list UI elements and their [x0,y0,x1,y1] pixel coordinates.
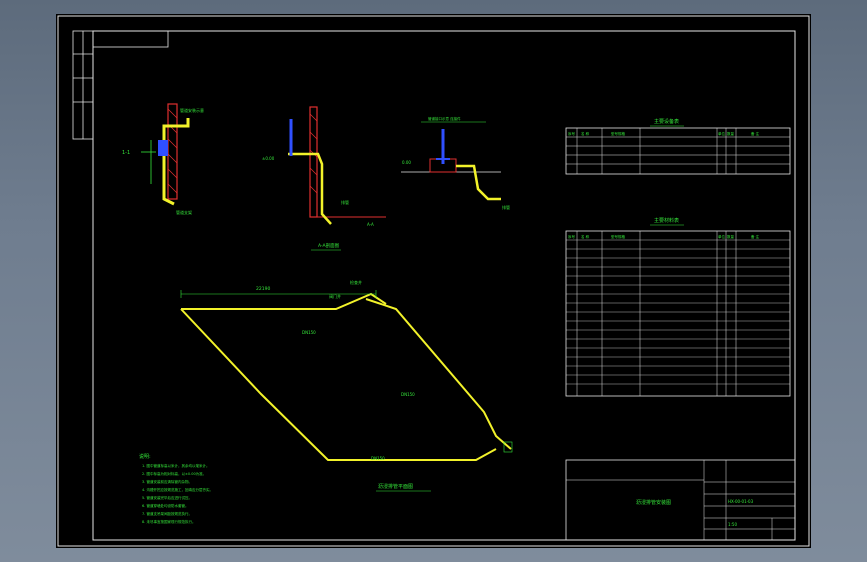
note-2: 2. 图中标高为相对标高，以±0.00为准。 [142,471,206,476]
section-label: 1-1 [122,150,130,156]
equipment-table-title: 主要设备表 [654,118,679,125]
title-scale: 1:50 [728,522,737,527]
svg-text:排管: 排管 [341,199,349,205]
elevation-view-left: 1-1 管道安装示意 管道支架 [122,103,204,215]
mat-header-unit: 单位 [718,234,726,239]
material-table: 主要材料表 序号 名 称 型号规格 单位 数量 备 注 [565,217,791,397]
plan-view: 22190 DN150 DN150 DN150 阀门井 检查井 沥浸排管平面图 [180,279,513,492]
mat-header-no: 序号 [568,234,576,239]
note-5: 5. 管道安装完毕后应进行试压。 [142,495,192,500]
notes-title: 说明: [139,453,151,460]
plan-title: 沥浸排管平面图 [378,483,413,490]
mat-header-spec: 型号规格 [611,234,625,239]
title-drawing-number: HX-00-01-03 [728,499,754,504]
eq-header-note: 备 注 [751,131,760,136]
drawing-canvas: 1-1 管道安装示意 管道支架 ±0.00 排管 A-A剖面图 A-A 管道接口… [57,15,810,547]
eq-header-name: 名 称 [581,131,590,136]
title-drawing-name: 沥浸排管安装图 [636,499,671,506]
svg-text:阀门井: 阀门井 [329,293,341,299]
mat-header-qty: 数量 [727,234,735,239]
note-8: 8. 未尽事宜按国家现行规范执行。 [142,519,195,524]
section-a-title: A-A剖面图 [318,242,340,249]
mat-header-name: 名 称 [581,234,590,239]
svg-text:管道支架: 管道支架 [176,209,192,215]
note-7: 7. 管道支吊架间距按规范执行。 [142,511,192,516]
svg-text:DN150: DN150 [302,330,316,335]
drawing-sheet[interactable]: 1-1 管道安装示意 管道支架 ±0.00 排管 A-A剖面图 A-A 管道接口… [56,14,811,548]
svg-text:±0.00: ±0.00 [262,156,275,161]
notes-block: 说明: 1. 图中管道标高以米计，其余均以毫米计。 2. 图中标高为相对标高，以… [139,453,213,524]
eq-header-unit: 单位 [718,131,726,136]
svg-text:DN150: DN150 [401,392,415,397]
eq-header-no: 序号 [568,131,576,136]
material-table-title: 主要材料表 [654,217,679,224]
eq-header-spec: 型号规格 [611,131,625,136]
section-a-view: ±0.00 排管 A-A剖面图 A-A [262,106,386,251]
section-a-mark: A-A [367,222,374,227]
svg-text:排管: 排管 [502,204,510,210]
eq-header-qty: 数量 [727,131,735,136]
note-3: 3. 管道安装前应清除管内杂物。 [142,479,192,484]
dimension-total: 22190 [256,286,270,292]
note-4: 4. 沟槽开挖应按规范施工，回填应分层夯实。 [142,487,213,492]
note-6: 6. 管道穿墙处均设防水套管。 [142,503,188,508]
cad-viewer: 1-1 管道安装示意 管道支架 ±0.00 排管 A-A剖面图 A-A 管道接口… [0,0,867,562]
svg-text:检查井: 检查井 [350,279,362,285]
svg-text:DN150: DN150 [371,456,385,461]
svg-text:管道接口示意 连接件: 管道接口示意 连接件 [428,116,461,121]
top-left-label-box [92,30,169,48]
svg-text:0.00: 0.00 [402,160,411,165]
title-block: 沥浸排管安装图 HX-00-01-03 1:50 [565,459,796,541]
equipment-table: 主要设备表 序号 名 称 型号规格 单位 数量 备 注 [565,118,791,175]
svg-text:管道安装示意: 管道安装示意 [180,107,204,113]
mat-header-note: 备 注 [751,234,760,239]
detail-view-right: 管道接口示意 连接件 0.00 排管 [401,116,510,210]
note-1: 1. 图中管道标高以米计，其余均以毫米计。 [142,463,209,468]
binding-strip [72,30,94,140]
